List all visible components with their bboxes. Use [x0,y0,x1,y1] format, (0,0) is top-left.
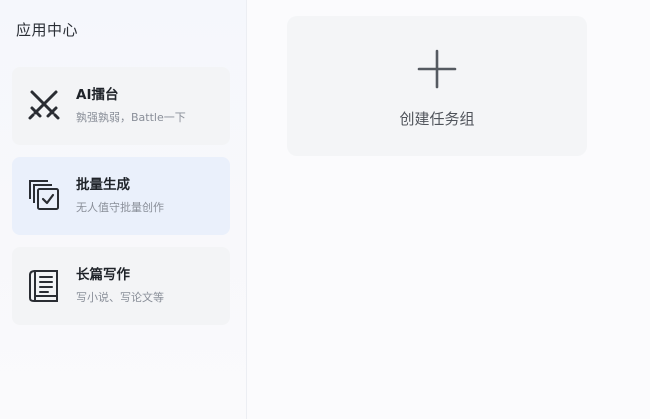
sidebar-item-batch-generation[interactable]: 批量生成 无人值守批量创作 [12,157,230,235]
sidebar-item-desc: 孰强孰弱，Battle一下 [76,111,186,124]
sidebar: 应用中心 AI擂台 孰强孰弱，Battle一下 批量生成 无人值守批量创作 长篇… [0,0,247,419]
sidebar-title: 应用中心 [16,21,79,39]
main-content: 创建任务组 [247,0,650,419]
batch-copy-check-icon [25,176,63,214]
sidebar-item-desc: 写小说、写论文等 [76,291,164,304]
sidebar-item-label: 批量生成 [76,177,130,193]
sidebar-item-desc: 无人值守批量创作 [76,201,164,214]
sidebar-item-label: 长篇写作 [76,267,130,283]
book-document-icon [25,266,63,304]
sidebar-item-long-writing[interactable]: 长篇写作 写小说、写论文等 [12,247,230,325]
sidebar-item-ai-arena[interactable]: AI擂台 孰强孰弱，Battle一下 [12,67,230,145]
create-task-group-label: 创建任务组 [399,110,475,128]
plus-icon [417,49,457,89]
create-task-group-button[interactable]: 创建任务组 [287,16,587,156]
sidebar-item-label: AI擂台 [76,87,119,103]
crossed-swords-icon [25,86,63,124]
app-window: 应用中心 AI擂台 孰强孰弱，Battle一下 批量生成 无人值守批量创作 长篇… [0,0,650,419]
